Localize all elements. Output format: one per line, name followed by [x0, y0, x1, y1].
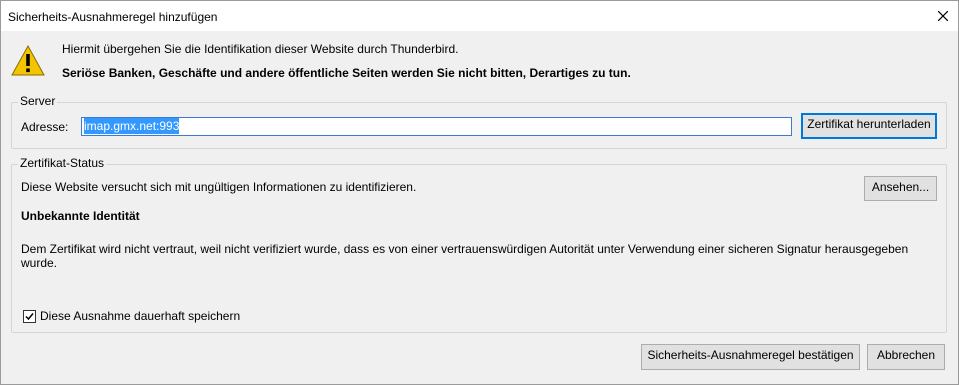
intro-text: Hiermit übergehen Sie die Identifikation… — [62, 42, 459, 56]
certificate-status-detail: Dem Zertifikat wird nicht vertraut, weil… — [21, 242, 909, 270]
permanent-exception-row[interactable]: Diese Ausnahme dauerhaft speichern — [23, 309, 240, 323]
server-group: Server Adresse: imap.gmx.net:993 Zertifi… — [11, 94, 947, 149]
certificate-status-group: Zertifikat-Status Diese Website versucht… — [11, 156, 947, 333]
close-button[interactable] — [928, 1, 958, 31]
intro-warning-text: Seriöse Banken, Geschäfte und andere öff… — [62, 66, 631, 80]
address-label: Adresse: — [21, 120, 69, 134]
confirm-exception-button[interactable]: Sicherheits-Ausnahmeregel bestätigen — [641, 344, 860, 370]
permanent-exception-label: Diese Ausnahme dauerhaft speichern — [40, 309, 241, 323]
title-bar: Sicherheits-Ausnahmeregel hinzufügen — [1, 1, 958, 31]
certificate-status-legend: Zertifikat-Status — [18, 156, 107, 170]
close-icon — [938, 11, 948, 21]
security-exception-dialog: Sicherheits-Ausnahmeregel hinzufügen Hie… — [0, 0, 959, 385]
server-legend: Server — [18, 94, 58, 108]
permanent-exception-checkbox[interactable] — [23, 309, 36, 323]
cancel-button[interactable]: Abbrechen — [867, 344, 945, 370]
checkmark-icon — [25, 312, 34, 320]
view-certificate-button[interactable]: Ansehen... — [864, 176, 937, 201]
certificate-status-heading: Unbekannte Identität — [21, 209, 140, 223]
dialog-title: Sicherheits-Ausnahmeregel hinzufügen — [8, 10, 218, 24]
download-certificate-button[interactable]: Zertifikat herunterladen — [801, 113, 937, 139]
address-input[interactable]: imap.gmx.net:993 — [81, 117, 792, 136]
address-value: imap.gmx.net:993 — [84, 118, 180, 134]
warning-icon — [11, 44, 45, 76]
certificate-status-summary: Diese Website versucht sich mit ungültig… — [21, 180, 417, 194]
